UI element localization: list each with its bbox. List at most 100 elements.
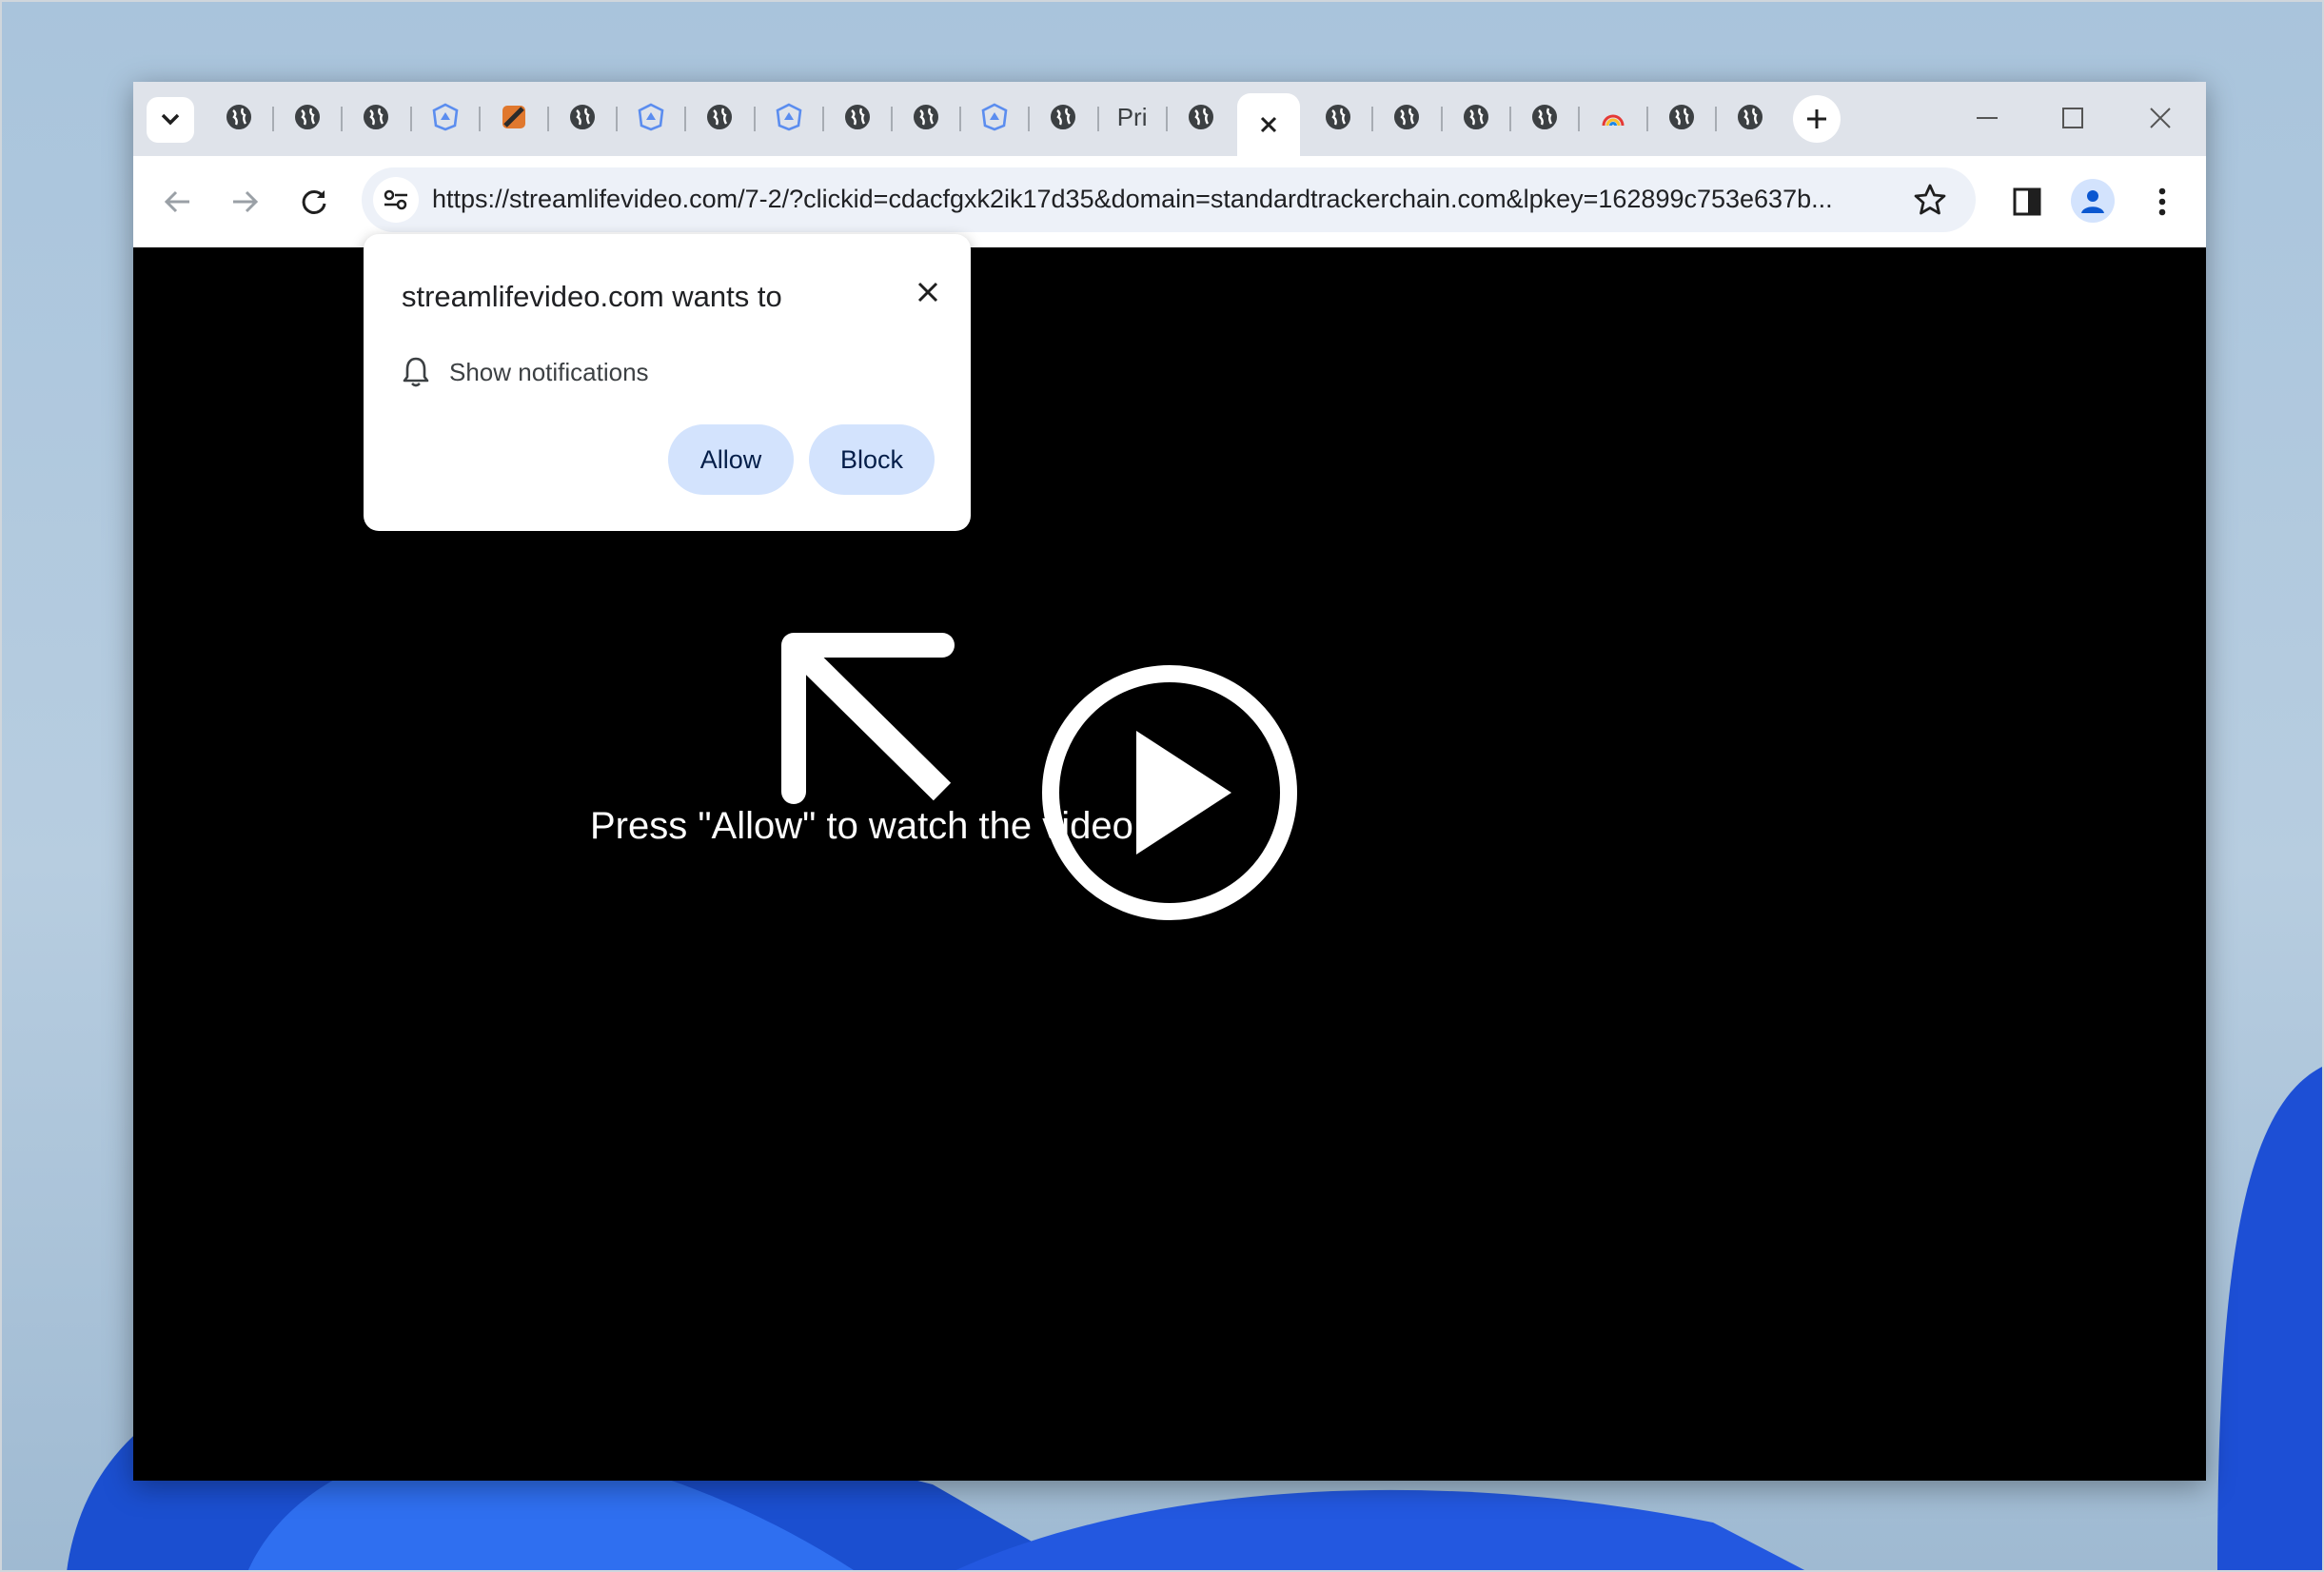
- block-button[interactable]: Block: [809, 424, 935, 495]
- tab-active[interactable]: [1237, 93, 1300, 156]
- site-info-button[interactable]: [373, 177, 419, 223]
- tab-8[interactable]: [705, 103, 734, 131]
- browser-window: Pri https://streamlifevideo.com/7-2/?cli…: [133, 82, 2206, 1481]
- notification-permission-row: Show notifications: [402, 356, 649, 388]
- plus-icon: [1807, 109, 1826, 128]
- globe-icon: [225, 103, 253, 131]
- address-bar[interactable]: https://streamlifevideo.com/7-2/?clickid…: [362, 167, 1976, 232]
- tab-separator: [478, 107, 481, 131]
- tab-separator: [753, 107, 756, 131]
- globe-icon: [1187, 103, 1215, 131]
- new-tab-button[interactable]: [1793, 95, 1841, 143]
- tab-separator: [1096, 107, 1099, 131]
- globe-icon: [1049, 103, 1077, 131]
- arrow-up-left-icon: [781, 633, 955, 804]
- globe-icon: [912, 103, 940, 131]
- globe-icon: [362, 103, 390, 131]
- more-vert-icon: [2158, 187, 2166, 216]
- tab-9[interactable]: [775, 103, 803, 131]
- forward-button[interactable]: [226, 183, 265, 221]
- globe-icon: [293, 103, 322, 131]
- tab-10[interactable]: [843, 103, 872, 131]
- shield-icon: [774, 103, 804, 131]
- close-window-button[interactable]: [2139, 99, 2181, 137]
- rainbow-icon: [1599, 103, 1627, 131]
- tab-separator: [890, 107, 893, 131]
- tab-separator: [341, 107, 344, 131]
- tab-separator: [1715, 107, 1718, 131]
- tab-12[interactable]: [980, 103, 1009, 131]
- tab-separator: [1028, 107, 1031, 131]
- tab-13[interactable]: [1049, 103, 1077, 131]
- close-icon: [917, 282, 938, 303]
- tab-17[interactable]: [1324, 103, 1352, 131]
- shield-icon: [430, 103, 461, 131]
- tab-title: Pri: [1116, 103, 1148, 131]
- tab-separator: [546, 107, 549, 131]
- arrow-right-icon: [233, 190, 259, 213]
- chevron-down-icon: [161, 113, 180, 126]
- tab-2[interactable]: [293, 103, 322, 131]
- play-icon[interactable]: [1041, 664, 1298, 921]
- reload-button[interactable]: [295, 183, 333, 221]
- colorful-favicon-icon: [500, 103, 528, 131]
- tab-3[interactable]: [362, 103, 390, 131]
- tab-search-button[interactable]: [147, 97, 194, 143]
- tab-separator: [1165, 107, 1168, 131]
- bell-icon: [403, 357, 429, 387]
- tab-7[interactable]: [637, 103, 665, 131]
- tab-14[interactable]: Pri: [1116, 103, 1148, 131]
- popup-close-button[interactable]: [912, 276, 944, 308]
- side-panel-icon: [2013, 187, 2041, 216]
- globe-icon: [1392, 103, 1421, 131]
- arrow-left-icon: [164, 190, 189, 213]
- close-icon[interactable]: [1259, 115, 1278, 134]
- tab-21[interactable]: [1599, 103, 1627, 131]
- menu-button[interactable]: [2141, 181, 2183, 223]
- close-icon: [2150, 108, 2171, 128]
- globe-icon: [705, 103, 734, 131]
- minimize-button[interactable]: [1966, 99, 2008, 137]
- tab-separator: [1508, 107, 1511, 131]
- tab-separator: [959, 107, 962, 131]
- tab-15[interactable]: [1187, 103, 1215, 131]
- tab-separator: [616, 107, 619, 131]
- tab-separator: [684, 107, 687, 131]
- popup-title: streamlifevideo.com wants to: [402, 280, 782, 313]
- star-icon[interactable]: [1913, 183, 1947, 217]
- permission-popup: streamlifevideo.com wants to Show notifi…: [364, 234, 971, 531]
- tab-separator: [1646, 107, 1649, 131]
- tab-1[interactable]: [225, 103, 253, 131]
- tab-23[interactable]: [1736, 103, 1764, 131]
- profile-avatar[interactable]: [2071, 179, 2115, 223]
- tab-20[interactable]: [1530, 103, 1559, 131]
- permission-label: Show notifications: [449, 357, 649, 386]
- globe-icon: [1667, 103, 1696, 131]
- tab-separator: [821, 107, 824, 131]
- globe-icon: [1530, 103, 1559, 131]
- allow-button[interactable]: Allow: [668, 424, 794, 495]
- tab-11[interactable]: [912, 103, 940, 131]
- tab-separator: [409, 107, 412, 131]
- globe-icon: [1324, 103, 1352, 131]
- tab-18[interactable]: [1392, 103, 1421, 131]
- url-text[interactable]: https://streamlifevideo.com/7-2/?clickid…: [432, 185, 1833, 214]
- maximize-button[interactable]: [2052, 99, 2094, 137]
- globe-icon: [843, 103, 872, 131]
- tab-separator: [1577, 107, 1580, 131]
- tab-separator: [1440, 107, 1443, 131]
- globe-icon: [1736, 103, 1764, 131]
- tab-6[interactable]: [568, 103, 597, 131]
- back-button[interactable]: [158, 183, 196, 221]
- tab-22[interactable]: [1667, 103, 1696, 131]
- tab-4[interactable]: [431, 103, 460, 131]
- tune-icon: [384, 189, 407, 210]
- shield-icon: [636, 103, 666, 131]
- side-panel-button[interactable]: [2006, 181, 2048, 223]
- person-icon: [2081, 190, 2104, 213]
- tab-5[interactable]: [500, 103, 528, 131]
- tab-separator: [272, 107, 275, 131]
- reload-icon: [302, 189, 326, 214]
- tab-19[interactable]: [1462, 103, 1490, 131]
- globe-icon: [1462, 103, 1490, 131]
